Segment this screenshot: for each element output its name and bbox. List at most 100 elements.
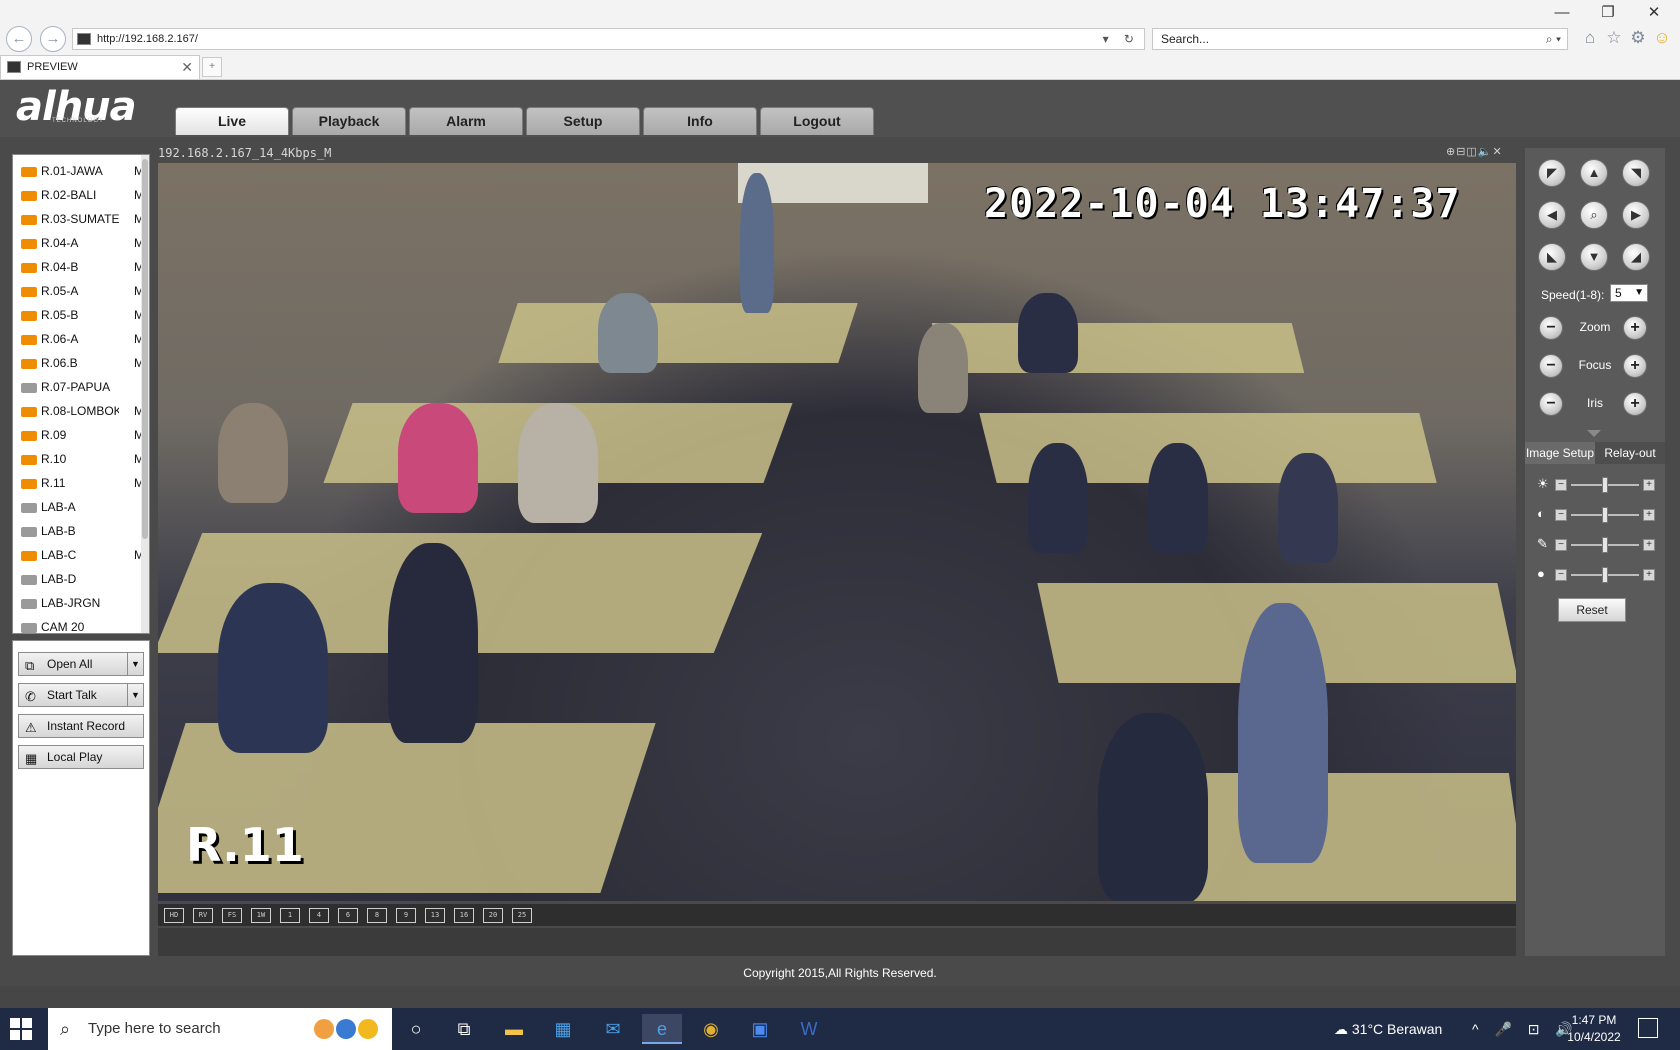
refresh-icon[interactable]: ▾ ↻ (1103, 29, 1140, 49)
contrast-increase-button[interactable]: + (1643, 509, 1655, 521)
search-icon[interactable]: ⌕ ▾ (1546, 29, 1561, 49)
layout-button[interactable]: HD (164, 908, 184, 923)
close-window-icon[interactable]: ✕ (1634, 2, 1674, 24)
camera-list-item[interactable]: LAB-JRGN (19, 593, 144, 613)
tab-image-setup[interactable]: Image Setup (1525, 442, 1595, 464)
ptz-left-icon[interactable]: ◀ (1538, 201, 1566, 229)
taskbar-search-input[interactable]: ⌕ Type here to search (48, 1008, 392, 1050)
layout-button[interactable]: 20 (483, 908, 503, 923)
ptz-up-right-icon[interactable]: ◥ (1622, 159, 1650, 187)
camera-list-item[interactable]: R.08-LOMBOK M (19, 401, 144, 421)
iris-plus-button[interactable]: + (1623, 392, 1647, 416)
reset-button[interactable]: Reset (1558, 598, 1626, 622)
speed-select[interactable]: 5 ▼ (1610, 284, 1648, 302)
scrollbar-thumb[interactable] (142, 159, 148, 539)
camera-list-item[interactable]: R.10 M (19, 449, 144, 469)
contrast-decrease-button[interactable]: − (1555, 509, 1567, 521)
browser-search-input[interactable]: Search... ⌕ ▾ (1152, 28, 1568, 50)
saturation-decrease-button[interactable]: − (1555, 539, 1567, 551)
layout-button[interactable]: FS (222, 908, 242, 923)
task-view-icon[interactable]: ⧉ (444, 1014, 484, 1044)
tab-relay-out[interactable]: Relay-out (1595, 442, 1665, 464)
taskbar-clock[interactable]: 1:47 PM 10/4/2022 (1562, 1012, 1626, 1046)
zoom-in-button[interactable]: + (1623, 316, 1647, 340)
collapse-arrow-icon[interactable] (1587, 430, 1601, 437)
brightness-increase-button[interactable]: + (1643, 479, 1655, 491)
notification-icon[interactable] (1638, 1018, 1658, 1038)
ptz-up-left-icon[interactable]: ◤ (1538, 159, 1566, 187)
word-icon[interactable]: W (789, 1014, 829, 1044)
saturation-increase-button[interactable]: + (1643, 539, 1655, 551)
camera-list-item[interactable]: LAB-B (19, 521, 144, 541)
back-icon[interactable]: ← (6, 26, 32, 52)
camera-list-item[interactable]: R.06-A M (19, 329, 144, 349)
contrast-slider-thumb[interactable] (1602, 507, 1608, 523)
tab-setup[interactable]: Setup (526, 107, 640, 135)
ptz-right-icon[interactable]: ▶ (1622, 201, 1650, 229)
ptz-down-icon[interactable]: ▼ (1580, 243, 1608, 271)
layout-button[interactable]: 6 (338, 908, 358, 923)
store-icon[interactable]: ▦ (543, 1014, 583, 1044)
camera-list-item[interactable]: R.07-PAPUA (19, 377, 144, 397)
layout-button[interactable]: 1 (280, 908, 300, 923)
ptz-down-left-icon[interactable]: ◣ (1538, 243, 1566, 271)
camera-list-scrollbar[interactable] (141, 155, 149, 633)
mail-icon[interactable]: ✉ (593, 1014, 633, 1044)
tab-logout[interactable]: Logout (760, 107, 874, 135)
focus-plus-button[interactable]: + (1623, 354, 1647, 378)
zoom-app-icon[interactable]: ▣ (740, 1014, 780, 1044)
video-window-tools[interactable]: ⊕⊟◫🔈✕ (1446, 145, 1503, 158)
camera-list-item[interactable]: R.04-B M (19, 257, 144, 277)
brightness-decrease-button[interactable]: − (1555, 479, 1567, 491)
start-talk-button[interactable]: ✆ Start Talk ▼ (18, 683, 144, 707)
weather-widget[interactable]: ☁ 31°C Berawan (1334, 1008, 1442, 1050)
layout-button[interactable]: 1W (251, 908, 271, 923)
minimize-icon[interactable]: — (1542, 2, 1582, 24)
local-play-button[interactable]: ▦ Local Play (18, 745, 144, 769)
ptz-down-right-icon[interactable]: ◢ (1622, 243, 1650, 271)
layout-button[interactable]: 9 (396, 908, 416, 923)
ptz-3d-position-icon[interactable]: ⌕ (1580, 201, 1608, 229)
browser-tab-preview[interactable]: PREVIEW ✕ (0, 55, 200, 79)
feedback-smiley-icon[interactable]: ☺ (1652, 28, 1672, 48)
open-all-button[interactable]: ⧉ Open All ▼ (18, 652, 144, 676)
layout-button[interactable]: 25 (512, 908, 532, 923)
layout-button[interactable]: 16 (454, 908, 474, 923)
camera-list-item[interactable]: R.11 M (19, 473, 144, 493)
layout-button[interactable]: 13 (425, 908, 445, 923)
saturation-slider-thumb[interactable] (1602, 537, 1608, 553)
camera-list-item[interactable]: R.06.B M (19, 353, 144, 373)
windows-start-icon[interactable] (10, 1018, 32, 1040)
camera-list-item[interactable]: LAB-C M (19, 545, 144, 565)
tab-live[interactable]: Live (175, 107, 289, 135)
camera-list-item[interactable]: R.04-A M (19, 233, 144, 253)
camera-list-item[interactable]: R.09 M (19, 425, 144, 445)
chrome-icon[interactable]: ◉ (691, 1014, 731, 1044)
start-talk-dropdown-icon[interactable]: ▼ (127, 684, 143, 706)
instant-record-button[interactable]: ⚠ Instant Record (18, 714, 144, 738)
open-all-dropdown-icon[interactable]: ▼ (127, 653, 143, 675)
favorites-star-icon[interactable]: ☆ (1604, 28, 1624, 48)
camera-list-item[interactable]: LAB-A (19, 497, 144, 517)
camera-list-item[interactable]: CAM 20 (19, 617, 144, 633)
hue-slider-thumb[interactable] (1602, 567, 1608, 583)
camera-list-item[interactable]: R.05-B M (19, 305, 144, 325)
tab-info[interactable]: Info (643, 107, 757, 135)
hue-increase-button[interactable]: + (1643, 569, 1655, 581)
tab-close-icon[interactable]: ✕ (181, 56, 193, 78)
tab-alarm[interactable]: Alarm (409, 107, 523, 135)
live-video-frame[interactable]: 2022-10-04 13:47:37 R.11 (158, 163, 1516, 901)
home-icon[interactable]: ⌂ (1580, 28, 1600, 48)
focus-minus-button[interactable]: − (1539, 354, 1563, 378)
settings-gear-icon[interactable]: ⚙ (1628, 28, 1648, 48)
camera-list-item[interactable]: R.02-BALI M (19, 185, 144, 205)
camera-list-item[interactable]: R.03-SUMATERAM (19, 209, 144, 229)
tab-playback[interactable]: Playback (292, 107, 406, 135)
restore-icon[interactable]: ❐ (1588, 2, 1628, 24)
internet-explorer-icon[interactable]: e (642, 1014, 682, 1044)
hue-decrease-button[interactable]: − (1555, 569, 1567, 581)
camera-list-item[interactable]: R.01-JAWA M (19, 161, 144, 181)
brightness-slider-thumb[interactable] (1602, 477, 1608, 493)
forward-icon[interactable]: → (40, 26, 66, 52)
camera-list-item[interactable]: LAB-D (19, 569, 144, 589)
